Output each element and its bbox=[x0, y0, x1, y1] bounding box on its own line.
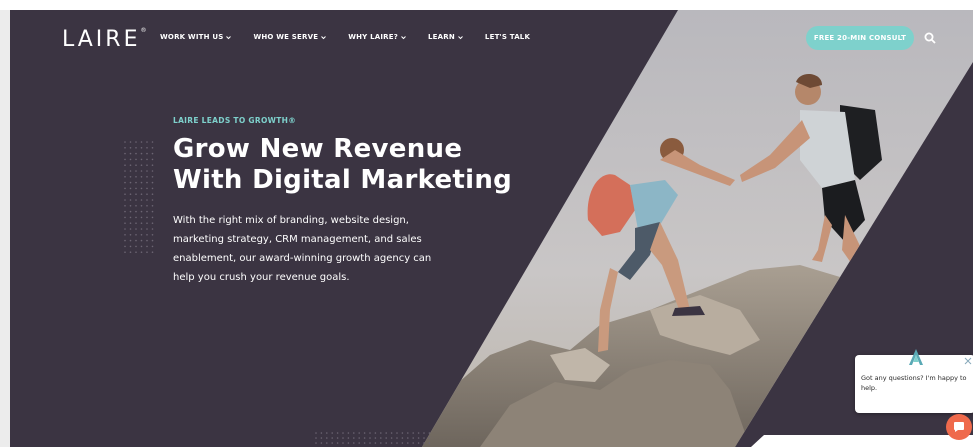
decorative-dot-grid-bottom bbox=[315, 432, 431, 444]
chevron-down-icon bbox=[458, 35, 463, 39]
hero-section: LAIRE® WORK WITH US WHO WE SERVE WHY LAI… bbox=[10, 10, 973, 447]
hero-eyebrow: LAIRE LEADS TO GROWTH® bbox=[173, 116, 297, 125]
nav-label: WHO WE SERVE bbox=[253, 33, 319, 41]
chat-launcher-button[interactable] bbox=[946, 414, 972, 440]
nav-lets-talk[interactable]: LET'S TALK bbox=[485, 33, 530, 41]
nav-who-we-serve[interactable]: WHO WE SERVE bbox=[253, 33, 327, 41]
chevron-down-icon bbox=[401, 35, 406, 39]
nav-why-laire[interactable]: WHY LAIRE? bbox=[348, 33, 406, 41]
free-consult-button[interactable]: FREE 20-MIN CONSULT bbox=[806, 26, 914, 50]
chat-message: Got any questions? I'm happy to help. bbox=[861, 374, 967, 392]
headline-line-1: Grow New Revenue bbox=[173, 134, 463, 164]
laire-mark-icon bbox=[909, 349, 923, 365]
chevron-down-icon bbox=[321, 35, 327, 39]
nav-label: LET'S TALK bbox=[484, 33, 531, 41]
hero-headline: Grow New Revenue With Digital Marketing bbox=[173, 134, 553, 196]
nav-work-with-us[interactable]: WORK WITH US bbox=[160, 33, 232, 41]
nav-label: LEARN bbox=[428, 33, 455, 41]
laire-logo[interactable]: LAIRE® bbox=[62, 27, 147, 52]
page-edge bbox=[0, 10, 10, 447]
search-icon[interactable] bbox=[924, 32, 936, 44]
chat-popup[interactable]: Got any questions? I'm happy to help. bbox=[855, 349, 973, 413]
nav-label: WHY LAIRE? bbox=[348, 33, 398, 41]
decorative-dot-grid bbox=[124, 141, 154, 253]
chat-bubble-icon bbox=[954, 422, 964, 432]
hero-description: With the right mix of branding, website … bbox=[173, 215, 432, 283]
nav-label: WORK WITH US bbox=[160, 33, 224, 41]
nav-learn[interactable]: LEARN bbox=[428, 33, 463, 41]
headline-line-2: With Digital Marketing bbox=[173, 165, 513, 195]
close-icon[interactable] bbox=[964, 357, 972, 365]
main-nav: WORK WITH US WHO WE SERVE WHY LAIRE? LEA… bbox=[160, 33, 552, 41]
chevron-down-icon bbox=[226, 35, 232, 39]
